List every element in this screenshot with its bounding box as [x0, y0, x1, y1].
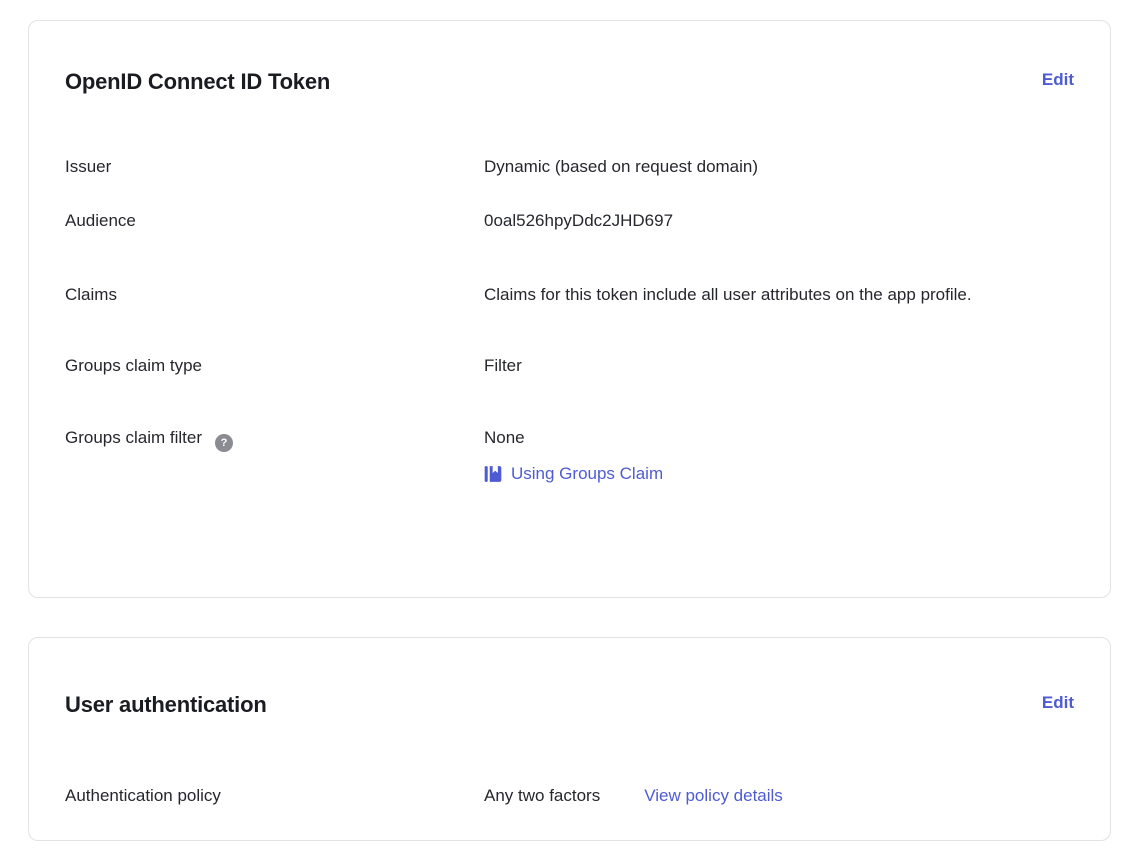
groups-claim-doc-line: Using Groups Claim [484, 461, 1074, 487]
row-claims: Claims Claims for this token include all… [65, 278, 1074, 311]
row-groups-claim-type: Groups claim type Filter [65, 353, 1074, 379]
groups-claim-filter-label: Groups claim filter? [65, 425, 484, 487]
card-header: User authentication Edit [65, 690, 1074, 720]
issuer-value: Dynamic (based on request domain) [484, 154, 1074, 180]
row-groups-claim-filter: Groups claim filter? None Using Groups C… [65, 425, 1074, 487]
using-groups-claim-label: Using Groups Claim [511, 461, 663, 487]
audience-label: Audience [65, 208, 484, 234]
authentication-policy-label: Authentication policy [65, 783, 484, 809]
card-openid-connect-id-token: OpenID Connect ID Token Edit Issuer Dyna… [28, 20, 1111, 598]
settings-page: OpenID Connect ID Token Edit Issuer Dyna… [0, 0, 1139, 868]
using-groups-claim-link[interactable]: Using Groups Claim [484, 461, 663, 487]
card-user-authentication: User authentication Edit Authentication … [28, 637, 1111, 841]
policy-name: Any two factors [484, 783, 600, 809]
edit-openid-token-button[interactable]: Edit [1042, 67, 1074, 93]
row-authentication-policy: Authentication policy Any two factors Vi… [65, 783, 1074, 809]
card-title-openid-token: OpenID Connect ID Token [65, 67, 330, 97]
row-issuer: Issuer Dynamic (based on request domain) [65, 154, 1074, 180]
claims-value: Claims for this token include all user a… [484, 278, 1066, 311]
card-title-user-authentication: User authentication [65, 690, 267, 720]
groups-claim-filter-value: None Using Groups Claim [484, 425, 1074, 487]
view-policy-details-link[interactable]: View policy details [644, 783, 783, 809]
groups-claim-type-value: Filter [484, 353, 1074, 379]
audience-value: 0oal526hpyDdc2JHD697 [484, 208, 1074, 234]
authentication-policy-value: Any two factors View policy details [484, 783, 1074, 809]
claims-label: Claims [65, 278, 484, 311]
book-icon [484, 465, 502, 483]
card-header: OpenID Connect ID Token Edit [65, 67, 1074, 97]
help-icon[interactable]: ? [215, 434, 233, 452]
edit-user-authentication-button[interactable]: Edit [1042, 690, 1074, 716]
issuer-label: Issuer [65, 154, 484, 180]
row-audience: Audience 0oal526hpyDdc2JHD697 [65, 208, 1074, 234]
groups-claim-type-label: Groups claim type [65, 353, 484, 379]
